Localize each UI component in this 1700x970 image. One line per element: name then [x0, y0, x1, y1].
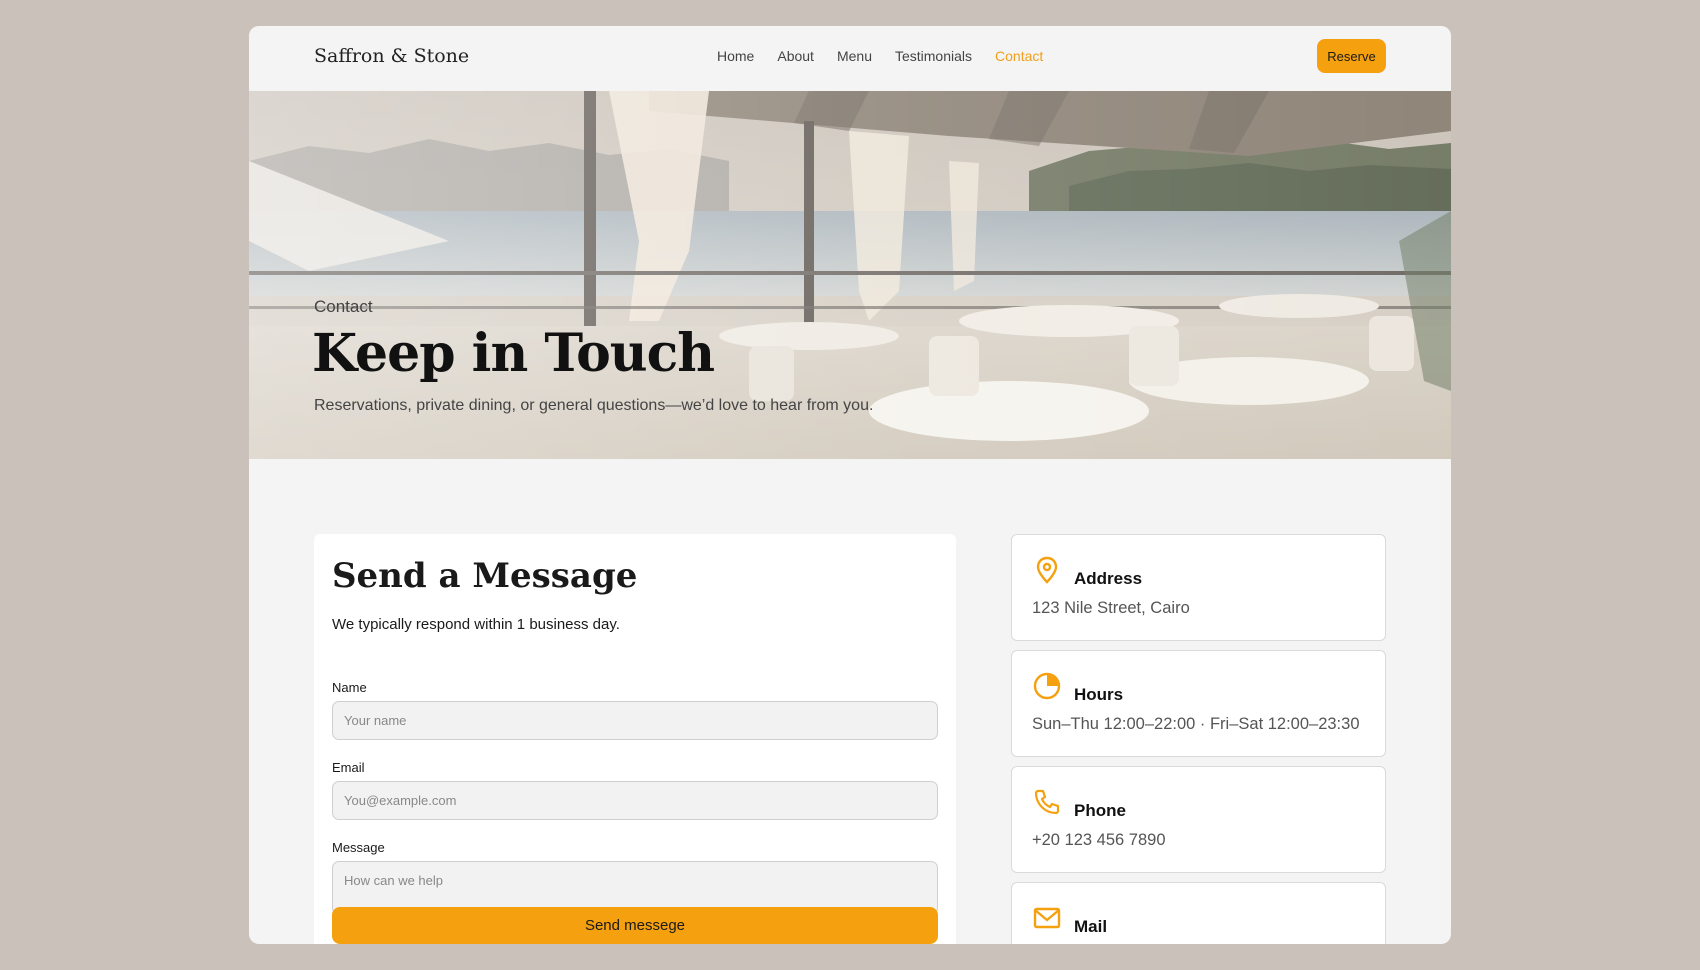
hours-value: Sun–Thu 12:00–22:00 · Fri–Sat 12:00–23:3…	[1032, 715, 1360, 733]
name-input[interactable]	[332, 701, 938, 740]
message-label: Message	[332, 840, 385, 855]
nav-link-testimonials[interactable]: Testimonials	[895, 48, 972, 64]
hero-subtitle: Reservations, private dining, or general…	[314, 397, 874, 414]
nav-link-about[interactable]: About	[777, 48, 814, 64]
mail-title: Mail	[1074, 917, 1108, 936]
form-note: We typically respond within 1 business d…	[332, 616, 620, 633]
address-card: Address 123 Nile Street, Cairo	[1011, 534, 1386, 641]
send-message-button[interactable]: Send messege	[332, 907, 938, 944]
phone-card: Phone +20 123 456 7890	[1011, 766, 1386, 873]
hours-card: Hours Sun–Thu 12:00–22:00 · Fri–Sat 12:0…	[1011, 650, 1386, 757]
nav-link-menu[interactable]: Menu	[837, 48, 872, 64]
email-label: Email	[332, 760, 365, 775]
clock-icon	[1033, 672, 1061, 700]
mail-icon	[1033, 907, 1061, 929]
phone-title: Phone	[1074, 801, 1126, 820]
mail-card: Mail	[1011, 882, 1386, 944]
address-title: Address	[1074, 569, 1143, 588]
contact-form-card: Send a Message We typically respond with…	[314, 534, 956, 944]
email-input[interactable]	[332, 781, 938, 820]
nav-link-home[interactable]: Home	[717, 48, 754, 64]
browser-window: Saffron & Stone Home About Menu Testimon…	[249, 26, 1451, 944]
nav-link-contact[interactable]: Contact	[995, 48, 1043, 64]
reserve-button[interactable]: Reserve	[1317, 39, 1386, 73]
page-title: Keep in Touch	[312, 323, 715, 384]
site-logo[interactable]: Saffron & Stone	[314, 45, 469, 67]
hours-title: Hours	[1074, 685, 1124, 704]
phone-icon	[1034, 789, 1060, 815]
address-value: 123 Nile Street, Cairo	[1032, 599, 1190, 617]
hero-banner: Contact Keep in Touch Reservations, priv…	[249, 91, 1451, 459]
form-title: Send a Message	[332, 556, 638, 596]
phone-value[interactable]: +20 123 456 7890	[1032, 831, 1166, 850]
map-pin-icon	[1036, 556, 1058, 584]
name-label: Name	[332, 680, 367, 695]
hero-eyebrow: Contact	[314, 297, 373, 316]
site-header: Saffron & Stone Home About Menu Testimon…	[249, 26, 1451, 91]
